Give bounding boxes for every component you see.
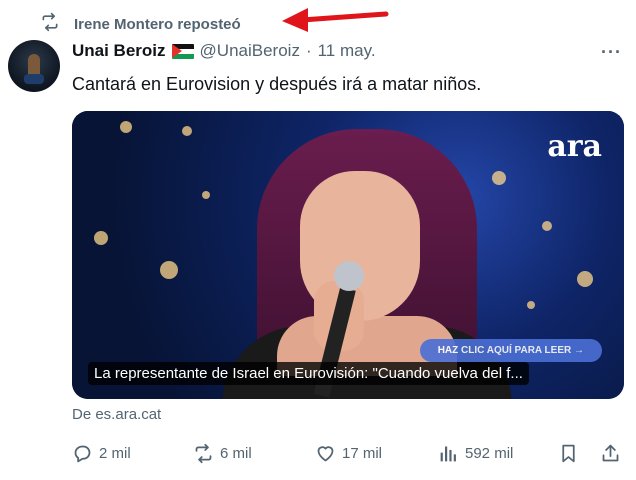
views-button[interactable]: 592 mil bbox=[438, 443, 513, 464]
repost-icon bbox=[195, 443, 212, 464]
repost-icon bbox=[40, 12, 60, 36]
views-count: 592 mil bbox=[465, 445, 514, 462]
repost-header: Irene Montero reposteó bbox=[40, 12, 241, 36]
reply-icon bbox=[74, 445, 91, 463]
palestine-flag-icon bbox=[171, 43, 194, 59]
link-card-image[interactable]: ara HAZ CLIC AQUÍ PARA LEER → La represe… bbox=[72, 111, 624, 399]
repost-label[interactable]: Irene Montero reposteó bbox=[74, 16, 241, 33]
tweet-header: Unai Beroiz @UnaiBeroiz · 11 may. bbox=[72, 41, 376, 61]
read-more-overlay: HAZ CLIC AQUÍ PARA LEER → bbox=[419, 339, 602, 362]
author-name[interactable]: Unai Beroiz bbox=[72, 41, 166, 61]
share-button[interactable] bbox=[600, 443, 621, 464]
bookmark-button[interactable] bbox=[558, 443, 579, 464]
like-button[interactable]: 17 mil bbox=[315, 443, 382, 464]
tweet-text: Cantará en Eurovision y después irá a ma… bbox=[72, 74, 482, 94]
like-count: 17 mil bbox=[342, 445, 383, 462]
link-source[interactable]: De es.ara.cat bbox=[72, 406, 161, 423]
action-bar: 2 mil 6 mil 17 mil 592 mil bbox=[72, 443, 624, 467]
reply-count: 2 mil bbox=[99, 445, 131, 462]
repost-count: 6 mil bbox=[220, 445, 252, 462]
reply-button[interactable]: 2 mil bbox=[72, 443, 131, 464]
views-icon bbox=[440, 446, 456, 462]
red-arrow-annotation bbox=[282, 8, 389, 32]
link-card-caption: La representante de Israel en Eurovisión… bbox=[88, 362, 529, 385]
bookmark-icon bbox=[562, 444, 575, 463]
avatar[interactable] bbox=[8, 40, 60, 92]
more-options-button[interactable]: ··· bbox=[601, 42, 622, 63]
share-icon bbox=[602, 444, 619, 462]
repost-button[interactable]: 6 mil bbox=[193, 443, 252, 464]
tweet-date[interactable]: 11 may. bbox=[318, 41, 376, 61]
heart-icon bbox=[317, 446, 334, 462]
author-handle[interactable]: @UnaiBeroiz bbox=[200, 41, 300, 61]
ara-logo: ara bbox=[547, 129, 602, 164]
separator-dot: · bbox=[305, 41, 312, 60]
microphone-icon bbox=[334, 261, 364, 291]
